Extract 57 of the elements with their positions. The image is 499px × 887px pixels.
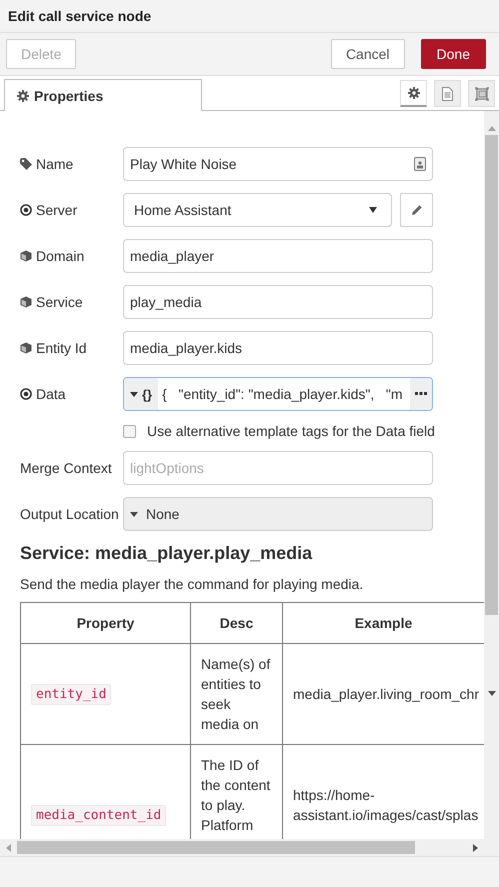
scroll-up-icon[interactable] [488, 126, 496, 131]
tag-icon [20, 158, 32, 170]
contact-card-icon [414, 157, 426, 171]
horizontal-scrollbar-thumb[interactable] [17, 841, 415, 854]
column-header: Example [282, 602, 484, 644]
output-location-dropdown[interactable]: None [123, 497, 433, 531]
pencil-icon [410, 204, 422, 216]
text-field[interactable]: media_player.kids [123, 331, 433, 365]
ellipsis-icon [415, 392, 427, 396]
scroll-right-icon[interactable] [473, 844, 478, 852]
vertical-scrollbar-thumb[interactable] [485, 135, 498, 615]
field-label: Server [36, 202, 78, 218]
property-name: media_content_id [31, 805, 166, 826]
cube-icon [20, 342, 32, 354]
checkbox[interactable] [123, 424, 136, 438]
target-icon [20, 204, 32, 216]
cube-icon [20, 250, 32, 262]
edit-button[interactable] [400, 193, 433, 227]
caret-icon [369, 207, 377, 213]
caret-icon [130, 392, 138, 396]
caret-icon [130, 512, 138, 516]
target-icon [20, 388, 32, 400]
scroll-down-icon[interactable] [488, 691, 496, 696]
text-field[interactable]: media_player [123, 239, 433, 273]
type-selector[interactable]: {} [124, 378, 158, 410]
field-label: Name [36, 156, 74, 172]
field-label: Domain [36, 248, 84, 264]
service-heading: Service: media_player.play_media [20, 543, 314, 564]
field-label: Output Location [20, 506, 119, 522]
property-name: entity_id [31, 684, 112, 705]
field-label: Merge Context [20, 460, 112, 476]
settings-button[interactable] [400, 80, 427, 107]
dialog-title: Edit call service node [0, 0, 499, 33]
text-field[interactable]: play_media [123, 285, 433, 319]
properties-tab[interactable]: Properties [4, 79, 202, 111]
typed-input-field[interactable]: {} { "entity_id": "media_player.kids", "m [123, 377, 433, 411]
field-label: Entity Id [36, 340, 87, 356]
appearance-button[interactable] [468, 80, 495, 107]
checkbox-label: Use alternative template tags for the Data field [147, 423, 435, 439]
text-field[interactable]: Play White Noise [123, 147, 433, 181]
gear-icon [17, 90, 29, 102]
field-label: Service [36, 294, 83, 310]
description-button[interactable] [434, 80, 461, 107]
table-cell: Name(s) of entities to seek media on [190, 644, 282, 744]
frame-icon [474, 86, 488, 100]
document-icon [442, 86, 453, 100]
cube-icon [20, 296, 32, 308]
service-description: Send the media player the command for playing media. [20, 576, 364, 592]
gear-icon [408, 87, 420, 99]
done-button[interactable]: Done [420, 39, 486, 69]
column-header: Desc [190, 602, 282, 644]
field-label: Data [36, 386, 66, 402]
scroll-left-icon[interactable] [6, 844, 11, 852]
server-select[interactable]: Home Assistant [123, 193, 392, 227]
expand-button[interactable] [410, 378, 432, 410]
column-header: Property [20, 602, 190, 644]
cancel-button[interactable]: Cancel [330, 39, 405, 69]
